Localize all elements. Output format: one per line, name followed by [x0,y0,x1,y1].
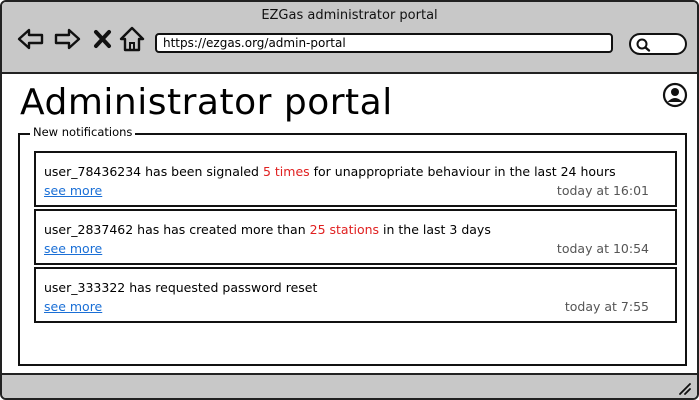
notification-text-part: user_78436234 has been signaled [44,164,263,179]
notification-text: user_2837462 has has created more than 2… [44,222,491,237]
resize-handle[interactable] [677,380,691,395]
user-icon [662,82,688,108]
user-account-button[interactable] [662,82,688,108]
notification-text: user_78436234 has been signaled 5 times … [44,164,616,179]
notification-item: user_333322 has requested password reset… [34,267,677,323]
page-title: Administrator portal [20,82,393,123]
status-bar [2,373,697,398]
close-icon [94,30,111,48]
forward-button[interactable] [52,24,82,54]
see-more-link[interactable]: see more [44,299,102,314]
notification-text-part: user_333322 has requested password reset [44,280,318,295]
notification-item: user_78436234 has been signaled 5 times … [34,151,677,207]
notification-text-part: in the last 3 days [379,222,491,237]
panel-title: New notifications [30,125,136,139]
home-button[interactable] [118,24,148,54]
back-button[interactable] [16,24,46,54]
notification-item: user_2837462 has has created more than 2… [34,209,677,265]
arrow-left-icon [17,28,44,50]
notification-highlight: 25 stations [309,222,380,237]
notification-text-part: for unappropriate behaviour in the last … [309,164,616,179]
window-title: EZGas administrator portal [261,8,438,23]
notification-time: today at 16:01 [556,183,649,198]
resize-grip-icon [679,383,691,395]
notification-time: today at 7:55 [564,299,649,314]
search-icon [636,38,651,52]
browser-window: EZGas administrator portal https://ezgas… [0,0,699,400]
address-bar[interactable]: https://ezgas.org/admin-portal [155,33,613,53]
title-bar: EZGas administrator portal https://ezgas… [2,2,697,74]
see-more-link[interactable]: see more [44,183,102,198]
notification-highlight: 5 times [262,164,310,179]
notification-text: user_333322 has requested password reset [44,280,317,295]
notification-text-part: user_2837462 has has created more than [44,222,310,237]
see-more-link[interactable]: see more [44,241,102,256]
stop-button[interactable] [90,24,120,54]
notification-time: today at 10:54 [556,241,649,256]
home-icon [119,26,145,52]
arrow-right-icon [54,28,81,50]
search-input[interactable] [629,33,687,55]
